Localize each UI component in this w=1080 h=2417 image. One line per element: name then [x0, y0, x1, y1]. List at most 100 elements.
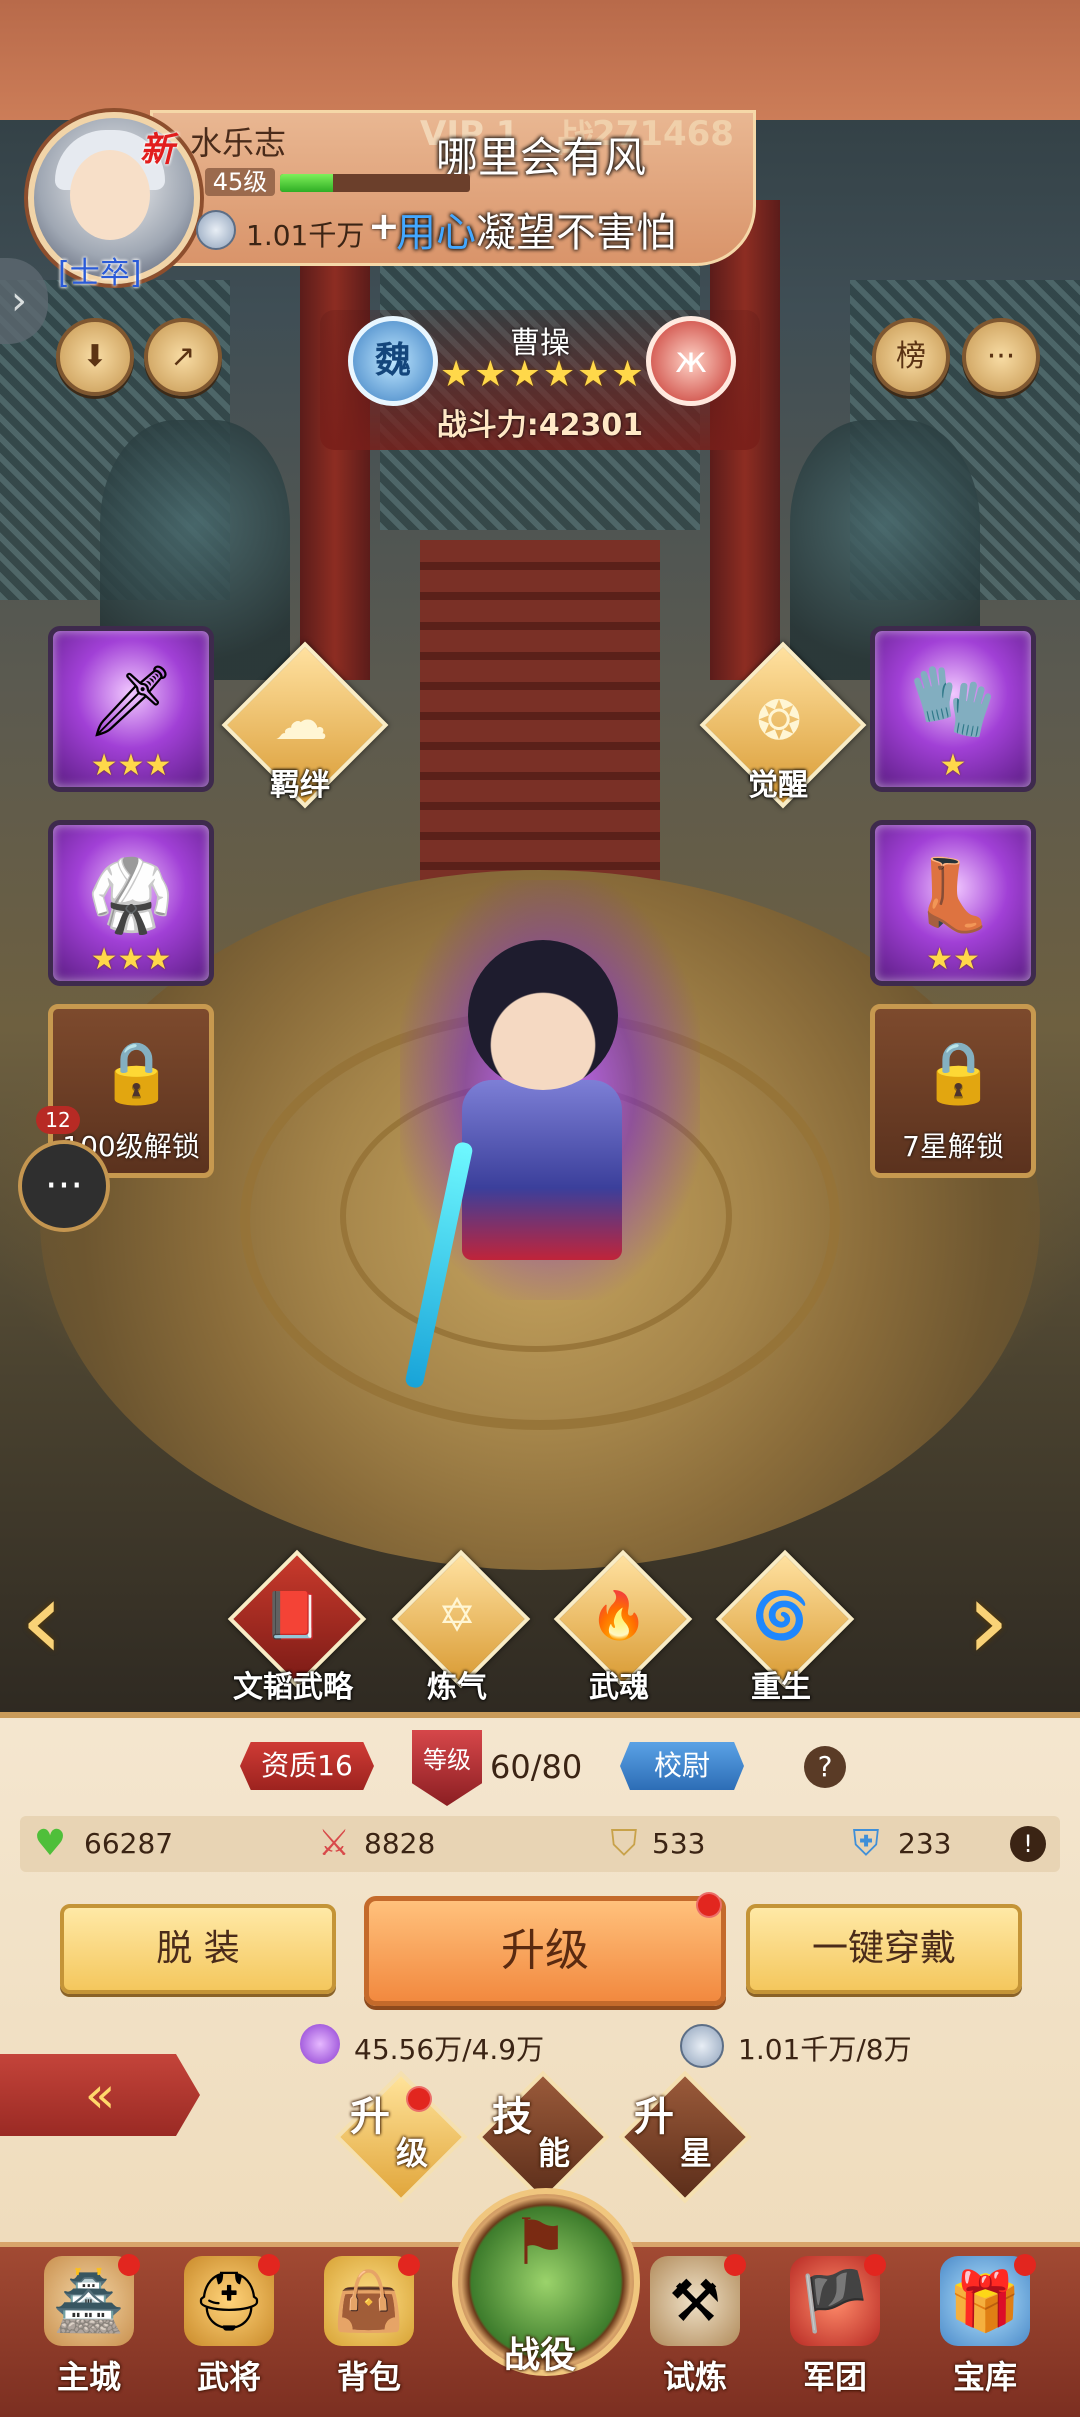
- share-icon[interactable]: ↗: [144, 318, 222, 396]
- nav-main-city[interactable]: 🏯 主城: [24, 2248, 154, 2408]
- armor-icon: 🥋: [87, 854, 175, 936]
- boots-icon: 👢: [909, 854, 997, 936]
- silver-coin-icon: [680, 2024, 724, 2068]
- download-icon[interactable]: ⬇: [56, 318, 134, 396]
- upgrade-button[interactable]: 升级: [364, 1896, 726, 2006]
- equip-slot-boots[interactable]: 👢 ★★: [870, 820, 1036, 986]
- strategy-label: 文韬武略: [233, 1670, 353, 1705]
- stat-magic-defense: 233: [898, 1827, 952, 1860]
- notification-dot: [1014, 2254, 1036, 2276]
- qi-refine-label: 炼气: [427, 1670, 487, 1705]
- notification-dot: [406, 2086, 432, 2112]
- hero-figure-body[interactable]: [462, 1080, 622, 1260]
- hero-figure-head[interactable]: [468, 940, 618, 1090]
- tab-star-up-char1: 升: [634, 2094, 674, 2140]
- faction-badge: 魏: [348, 316, 438, 406]
- player-level: 45级: [205, 168, 275, 196]
- equip-slot-weapon[interactable]: 🗡 ★★★: [48, 626, 214, 792]
- avatar-face: [70, 150, 150, 240]
- sword-icon: 🗡: [86, 660, 176, 742]
- silver-cost: 1.01千万/8万: [738, 2033, 912, 2066]
- notification-dot: [696, 1892, 722, 1918]
- tab-upgrade-char1: 升: [350, 2094, 390, 2140]
- back-arrow-icon[interactable]: «: [0, 2054, 200, 2136]
- equip-stars: ★★: [926, 942, 980, 977]
- nav-treasury[interactable]: 🎁 宝库: [920, 2248, 1050, 2408]
- stats-info-icon[interactable]: !: [1010, 1826, 1046, 1862]
- gloves-icon: 🧤: [909, 660, 997, 742]
- battle-flag-icon: ⚑: [511, 2206, 569, 2280]
- nav-backpack[interactable]: 👜 背包: [304, 2248, 434, 2408]
- stat-defense: 533: [652, 1827, 706, 1860]
- equip-slot-gloves[interactable]: 🧤 ★: [870, 626, 1036, 792]
- nav-generals[interactable]: ⛑ 武将: [164, 2248, 294, 2408]
- equip-stars: ★: [939, 748, 967, 783]
- class-badge-icon: ж: [646, 316, 736, 406]
- chat-icon[interactable]: ···: [962, 318, 1040, 396]
- defense-icon: ⛉: [610, 1823, 638, 1864]
- top-bar: [0, 0, 1080, 120]
- next-hero-arrow-icon[interactable]: ›: [966, 1556, 1010, 1684]
- ranking-button[interactable]: 榜: [872, 318, 950, 396]
- equip-stars: ★★★: [90, 942, 172, 977]
- lock-icon: 🔒: [921, 1038, 996, 1108]
- rebirth-label: 重生: [751, 1670, 811, 1705]
- nav-trial[interactable]: ⚒ 试炼: [630, 2248, 760, 2408]
- player-name: 水乐志: [190, 124, 287, 162]
- hero-power-value: 42301: [538, 408, 644, 443]
- chat-prefix: 用心: [396, 210, 476, 256]
- nav-legion[interactable]: 🏴 军团: [770, 2248, 900, 2408]
- stat-health: 66287: [84, 1827, 174, 1860]
- notification-dot: [724, 2254, 746, 2276]
- chat-bubble-icon[interactable]: ···: [18, 1140, 110, 1232]
- tab-skills-char1: 技: [492, 2094, 532, 2140]
- exp-cost: 45.56万/4.9万: [354, 2033, 545, 2066]
- flame-icon: 🔥: [590, 1588, 648, 1642]
- hero-power: 战斗力:42301: [370, 400, 710, 444]
- notification-dot: [118, 2254, 140, 2276]
- chat-text: 凝望不害怕: [476, 210, 676, 256]
- silver-amount: 1.01千万: [246, 219, 365, 252]
- warsoul-label: 武魂: [589, 1670, 649, 1705]
- spiral-icon: 🌀: [752, 1588, 810, 1642]
- hero-level-value: 60/80: [490, 1748, 583, 1786]
- locked-slot-right[interactable]: 🔒 7星解锁: [870, 1004, 1036, 1178]
- nav-label: 背包: [336, 2358, 401, 2396]
- awaken-label: 觉醒: [748, 768, 808, 803]
- unread-count: 12: [36, 1106, 80, 1134]
- equip-slot-armor[interactable]: 🥋 ★★★: [48, 820, 214, 986]
- exp-bar: [280, 174, 470, 192]
- aptitude-tag: 资质16: [240, 1742, 374, 1790]
- stairs: [420, 540, 660, 920]
- exp-fill: [280, 174, 334, 192]
- stat-attack: 8828: [364, 1827, 436, 1860]
- nav-label: 武将: [196, 2358, 261, 2396]
- book-icon: 📕: [264, 1588, 322, 1642]
- equip-stars: ★★★: [90, 748, 172, 783]
- help-icon[interactable]: ?: [804, 1746, 846, 1788]
- notification-dot: [864, 2254, 886, 2276]
- nav-label: 主城: [56, 2358, 121, 2396]
- hero-power-label: 战斗力:: [436, 408, 539, 443]
- unlock-requirement: 7星解锁: [902, 1130, 1004, 1163]
- hexagram-icon: ✡: [437, 1588, 477, 1642]
- unequip-button[interactable]: 脱 装: [60, 1904, 336, 1994]
- player-rank: [士卒]: [58, 256, 142, 291]
- attack-icon: ⚔: [317, 1823, 351, 1864]
- magic-defense-icon: ⛨: [852, 1823, 880, 1864]
- hero-stars: ★★★★★★: [440, 354, 646, 395]
- bond-label: 羁绊: [270, 768, 330, 803]
- notification-dot: [258, 2254, 280, 2276]
- silver-coin-icon: [196, 210, 236, 250]
- prev-hero-arrow-icon[interactable]: ‹: [20, 1556, 64, 1684]
- health-icon: ♥: [33, 1823, 67, 1864]
- nav-label: 试炼: [662, 2358, 727, 2396]
- new-badge: 新: [140, 130, 174, 170]
- tab-upgrade-char2: 级: [396, 2134, 429, 2172]
- equip-all-button[interactable]: 一键穿戴: [746, 1904, 1022, 1994]
- nav-label: 宝库: [952, 2358, 1017, 2396]
- lock-icon: 🔒: [99, 1038, 174, 1108]
- nav-label: 战役: [503, 2335, 576, 2376]
- chat-marquee-line-2: 用心凝望不害怕: [396, 200, 676, 258]
- nav-label: 军团: [802, 2358, 867, 2396]
